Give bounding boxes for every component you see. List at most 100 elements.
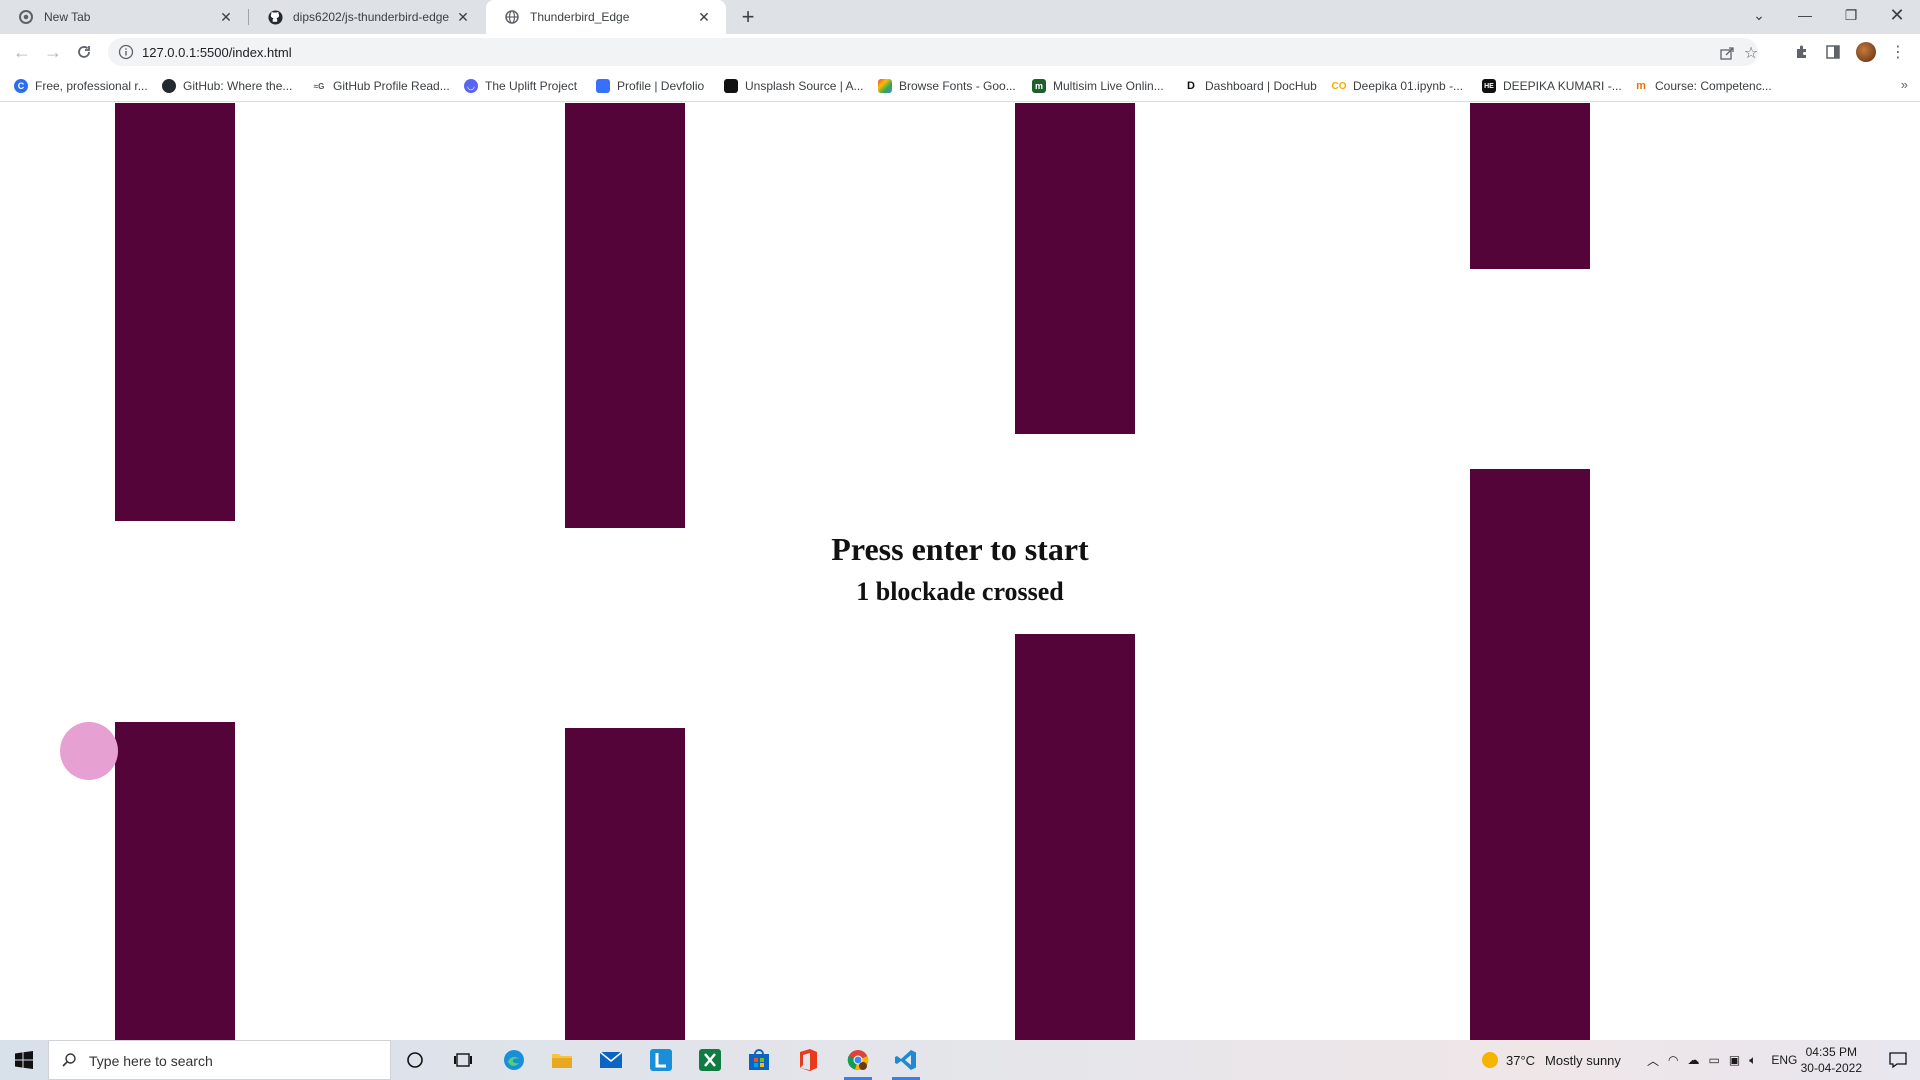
- tab-title: Thunderbird_Edge: [530, 10, 630, 24]
- course-icon: m: [1634, 79, 1648, 93]
- pipe-top: [115, 103, 235, 521]
- excel-icon[interactable]: [690, 1044, 730, 1076]
- close-icon[interactable]: ✕: [696, 9, 712, 25]
- tab-strip: New Tab ✕ dips6202/js-thunderbird-edge ✕…: [0, 0, 1920, 34]
- bookmark-item[interactable]: ◡ The Uplift Project: [464, 77, 577, 95]
- clock-date: 30-04-2022: [1800, 1061, 1862, 1075]
- reload-icon[interactable]: [72, 40, 96, 64]
- display-icon[interactable]: ▣: [1729, 1053, 1740, 1067]
- back-arrow-icon[interactable]: ←: [10, 40, 34, 64]
- score-text: 1 blockade crossed: [856, 577, 1064, 606]
- search-placeholder: Type here to search: [89, 1053, 213, 1069]
- bookmarks-bar: C Free, professional r... GitHub: Where t…: [0, 70, 1920, 102]
- bookmark-item[interactable]: Unsplash Source | A...: [724, 77, 864, 95]
- new-tab-button[interactable]: +: [734, 4, 762, 29]
- restore-icon[interactable]: ❐: [1828, 0, 1874, 30]
- start-message: Press enter to start: [831, 531, 1089, 567]
- bookmark-label: The Uplift Project: [485, 79, 578, 93]
- bookmark-item[interactable]: ≈G GitHub Profile Read...: [312, 77, 450, 95]
- bookmark-star-icon[interactable]: ☆: [1742, 44, 1760, 62]
- weather-temp: 37°C: [1506, 1052, 1536, 1068]
- game-canvas[interactable]: Press enter to start 1 blockade crossed: [0, 103, 1920, 1040]
- bookmark-item[interactable]: m Multisim Live Onlin...: [1032, 77, 1164, 95]
- browser-toolbar: ← → 127.0.0.1:5500/index.html ☆ ⋮: [0, 34, 1920, 70]
- tab-github-repo[interactable]: dips6202/js-thunderbird-edge ✕: [249, 0, 485, 34]
- bookmarks-overflow-icon[interactable]: »: [1901, 77, 1908, 92]
- network-icon[interactable]: ◠: [1668, 1053, 1678, 1067]
- language-indicator[interactable]: ENG: [1771, 1053, 1797, 1067]
- close-icon[interactable]: ✕: [218, 9, 234, 25]
- mail-icon[interactable]: [591, 1044, 631, 1076]
- bookmark-label: Free, professional r...: [35, 79, 148, 93]
- extensions-puzzle-icon[interactable]: [1790, 40, 1814, 64]
- bookmark-item[interactable]: Browse Fonts - Goo...: [878, 77, 1016, 95]
- profile-avatar[interactable]: [1854, 40, 1878, 64]
- show-hidden-icons-icon[interactable]: ︿: [1647, 1052, 1659, 1069]
- clock[interactable]: 04:35 PM 30-04-2022: [1801, 1044, 1862, 1076]
- minimize-icon[interactable]: —: [1782, 0, 1828, 30]
- search-icon: [61, 1052, 77, 1068]
- bookmark-label: Deepika 01.ipynb -...: [1353, 79, 1464, 93]
- pipe-bottom: [115, 722, 235, 1040]
- battery-icon[interactable]: ▭: [1709, 1053, 1720, 1067]
- tab-search-chevron-icon[interactable]: ⌄: [1736, 0, 1782, 30]
- task-view-icon[interactable]: [443, 1044, 483, 1076]
- learning-app-icon[interactable]: [641, 1044, 681, 1076]
- bookmark-label: Course: Competenc...: [1655, 79, 1772, 93]
- menu-kebab-icon[interactable]: ⋮: [1886, 40, 1910, 64]
- bookmark-item[interactable]: m Course: Competenc...: [1634, 77, 1772, 95]
- store-icon[interactable]: [739, 1044, 779, 1076]
- weather-text: Mostly sunny: [1545, 1052, 1621, 1068]
- edge-icon[interactable]: [494, 1044, 534, 1076]
- windows-start-icon[interactable]: [0, 1040, 48, 1080]
- bookmark-label: GitHub Profile Read...: [333, 79, 450, 93]
- weather-sun-icon: [1482, 1052, 1498, 1068]
- system-tray: ︿ ◠ ☁ ▭ ▣ 🔈︎ ENG: [1647, 1040, 1797, 1080]
- github-icon: [267, 9, 283, 25]
- file-explorer-icon[interactable]: [542, 1044, 582, 1076]
- globe-icon: [504, 9, 520, 25]
- bookmark-item[interactable]: HE DEEPIKA KUMARI -...: [1482, 77, 1622, 95]
- close-icon[interactable]: ✕: [455, 9, 471, 25]
- google-fonts-icon: [878, 79, 892, 93]
- forward-arrow-icon[interactable]: →: [41, 40, 65, 64]
- share-icon[interactable]: [1718, 44, 1736, 62]
- bookmark-label: Multisim Live Onlin...: [1053, 79, 1164, 93]
- volume-icon[interactable]: 🔈︎: [1749, 1053, 1756, 1068]
- hackerearth-icon: HE: [1482, 79, 1496, 93]
- cortana-icon[interactable]: [395, 1044, 435, 1076]
- tab-thunderbird-edge[interactable]: Thunderbird_Edge ✕: [486, 0, 726, 34]
- bookmark-item[interactable]: D Dashboard | DocHub: [1184, 77, 1317, 95]
- vscode-icon[interactable]: [886, 1044, 926, 1080]
- bookmark-item[interactable]: C Free, professional r...: [14, 77, 148, 95]
- multisim-icon: m: [1032, 79, 1046, 93]
- pipe-top: [565, 103, 685, 528]
- bookmark-item[interactable]: Profile | Devfolio: [596, 77, 704, 95]
- unsplash-icon: [724, 79, 738, 93]
- info-icon[interactable]: [118, 44, 134, 60]
- pipe-bottom: [565, 728, 685, 1040]
- weather-widget[interactable]: 37°C Mostly sunny: [1482, 1040, 1621, 1080]
- tab-title: New Tab: [44, 10, 91, 24]
- office-icon[interactable]: [788, 1044, 828, 1076]
- canva-icon: C: [14, 79, 28, 93]
- pipe-bottom: [1015, 634, 1135, 1040]
- devfolio-icon: [596, 79, 610, 93]
- windows-taskbar: Type here to search 37°C Mostly sunny ︿ …: [0, 1040, 1920, 1080]
- dochub-icon: D: [1184, 79, 1198, 93]
- bookmark-item[interactable]: GitHub: Where the...: [162, 77, 292, 95]
- close-window-icon[interactable]: ✕: [1874, 0, 1920, 30]
- tab-title: dips6202/js-thunderbird-edge: [293, 10, 450, 24]
- onedrive-icon[interactable]: ☁: [1688, 1053, 1700, 1067]
- bookmark-item[interactable]: CO Deepika 01.ipynb -...: [1332, 77, 1463, 95]
- taskbar-search[interactable]: Type here to search: [48, 1040, 391, 1080]
- chrome-taskbar-icon[interactable]: [838, 1044, 878, 1080]
- address-bar[interactable]: 127.0.0.1:5500/index.html ☆: [108, 38, 1758, 66]
- side-panel-icon[interactable]: [1821, 40, 1845, 64]
- tab-new-tab[interactable]: New Tab ✕: [0, 0, 248, 34]
- bookmark-label: Unsplash Source | A...: [745, 79, 864, 93]
- colab-icon: CO: [1331, 79, 1347, 93]
- notification-center-icon[interactable]: [1888, 1050, 1908, 1070]
- bookmark-label: DEEPIKA KUMARI -...: [1503, 79, 1622, 93]
- github-icon: [162, 79, 176, 93]
